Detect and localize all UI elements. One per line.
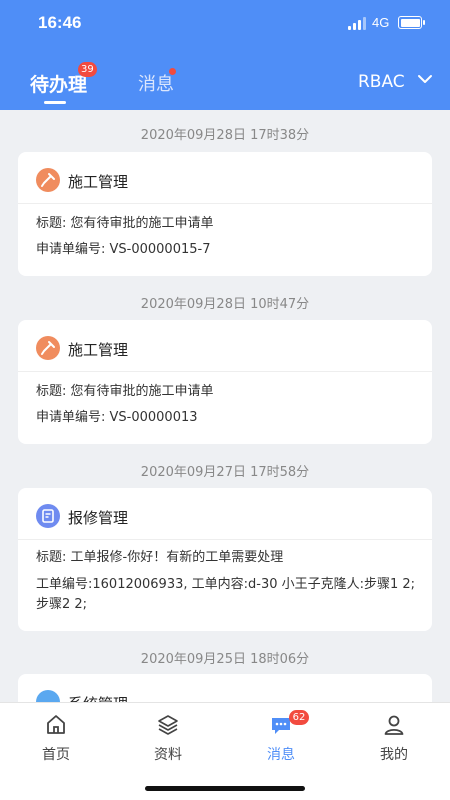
tabbar-label: 首页 [42,747,70,763]
shovel-icon [36,168,60,192]
tabbar-item-home[interactable]: 首页 [0,703,112,773]
feed-date: 2020年09月25日 18时06分 [140,652,310,667]
status-bar: 16:46 4G [0,0,450,48]
shovel-icon [36,336,60,360]
message-feed[interactable]: 2020年09月28日 17时38分 施工管理 标题: 您有待审批的施工申请单 … [0,110,450,702]
signal-icon [348,17,366,30]
feed-date: 2020年09月27日 17时58分 [140,465,310,480]
profile-icon [384,715,404,735]
network-type: 4G [372,15,390,30]
card-title-line: 标题: 您有待审批的施工申请单 [36,384,214,399]
todo-card[interactable]: 施工管理 标题: 您有待审批的施工申请单 申请单编号: VS-00000013 [18,320,432,444]
card-detail-line: 工单编号:16012006933, 工单内容:d-30 小王子克隆人:步骤1 2… [36,577,416,592]
active-tab-indicator [44,101,66,104]
todo-card[interactable]: 系统管理 [18,674,432,702]
card-title-line: 标题: 工单报修-你好！有新的工单需要处理 [36,550,284,565]
tabbar-label: 消息 [267,747,295,763]
card-category: 施工管理 [68,173,129,191]
feed-date: 2020年09月28日 10时47分 [140,297,310,312]
todo-count-badge: 39 [78,62,97,77]
layers-icon [158,715,178,735]
todo-card[interactable]: 施工管理 标题: 您有待审批的施工申请单 申请单编号: VS-00000015-… [18,152,432,276]
card-header: 报修管理 [18,488,432,540]
system-icon [36,690,60,702]
card-header: 系统管理 [18,674,432,702]
card-detail-line: 步骤2 2; [36,597,88,612]
card-category: 施工管理 [68,341,129,359]
home-icon [47,715,65,734]
tabbar-item-materials[interactable]: 资料 [112,703,224,773]
card-header: 施工管理 [18,320,432,372]
card-detail-line: 申请单编号: VS-00000015-7 [36,242,211,257]
unread-dot [169,68,176,75]
message-count-badge: 62 [289,710,309,725]
battery-icon [398,16,425,29]
chevron-down-icon[interactable] [417,73,433,85]
card-category: 报修管理 [68,509,129,527]
tabbar-item-messages[interactable]: 62 消息 [225,703,337,773]
home-indicator [145,786,305,791]
feed-date: 2020年09月28日 17时38分 [140,128,310,143]
card-title-line: 标题: 您有待审批的施工申请单 [36,216,214,231]
tab-messages[interactable]: 消息 [138,70,174,96]
top-header: 16:46 4G 待办理 39 消息 RBAC [0,0,450,110]
card-header: 施工管理 [18,152,432,204]
role-selector[interactable]: RBAC [358,72,405,92]
repair-doc-icon [36,504,60,528]
tabbar-label: 资料 [154,747,182,763]
card-detail-line: 申请单编号: VS-00000013 [36,410,198,425]
card-category: 系统管理 [68,693,128,702]
status-time: 16:46 [38,13,82,32]
tab-todo[interactable]: 待办理 [30,70,87,97]
tabbar-item-profile[interactable]: 我的 [338,703,450,773]
todo-card[interactable]: 报修管理 标题: 工单报修-你好！有新的工单需要处理 工单编号:16012006… [18,488,432,631]
tabbar-label: 我的 [380,747,408,763]
